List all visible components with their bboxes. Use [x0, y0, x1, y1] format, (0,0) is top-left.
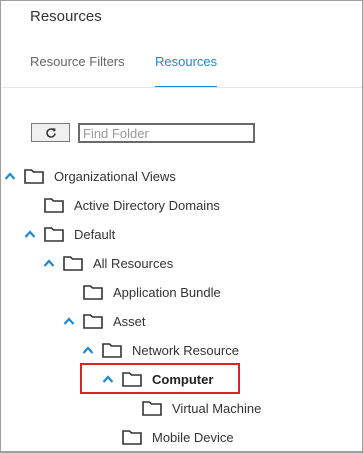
- tree-node-all-resources[interactable]: All Resources: [1, 255, 363, 277]
- tree-node-active-directory-domains[interactable]: Active Directory Domains: [1, 197, 363, 219]
- tree-node-mobile-device[interactable]: Mobile Device: [1, 429, 363, 451]
- tree-node-label: Application Bundle: [113, 285, 221, 300]
- tree-node-asset[interactable]: Asset: [1, 313, 363, 335]
- tree-node-application-bundle[interactable]: Application Bundle: [1, 284, 363, 306]
- chevron-up-icon[interactable]: [102, 374, 114, 384]
- chevron-up-icon[interactable]: [82, 345, 94, 355]
- chevron-up-icon[interactable]: [24, 229, 36, 239]
- tree-node-label: Mobile Device: [152, 430, 234, 445]
- tree-node-network-resource[interactable]: Network Resource: [1, 342, 363, 364]
- folder-icon: [44, 198, 64, 213]
- tree-node-label: Organizational Views: [54, 169, 176, 184]
- tree-node-label: Active Directory Domains: [74, 198, 220, 213]
- tree-node-default[interactable]: Default: [1, 226, 363, 248]
- folder-icon: [24, 169, 44, 184]
- resources-panel: Resources Resource Filters Resources Org…: [0, 0, 363, 453]
- tree-node-label: Default: [74, 227, 116, 242]
- panel-title: Resources: [30, 8, 102, 25]
- tree-node-label: All Resources: [93, 256, 174, 271]
- chevron-up-icon[interactable]: [4, 171, 16, 181]
- folder-icon: [142, 401, 162, 416]
- folder-icon: [122, 430, 142, 445]
- folder-icon: [44, 227, 64, 242]
- find-folder-input[interactable]: [78, 123, 255, 143]
- folder-icon: [83, 285, 103, 300]
- tab-resources[interactable]: Resources: [155, 54, 217, 69]
- folder-icon: [122, 372, 142, 387]
- chevron-up-icon[interactable]: [63, 316, 75, 326]
- tree-node-label: Asset: [113, 314, 146, 329]
- tree-node-organizational-views[interactable]: Organizational Views: [1, 168, 363, 190]
- tree-node-label: Network Resource: [132, 343, 239, 358]
- tree-node-label: Computer: [152, 372, 214, 387]
- tree-node-virtual-machine[interactable]: Virtual Machine: [1, 400, 363, 422]
- tabs-divider: [2, 87, 362, 88]
- tab-resource-filters[interactable]: Resource Filters: [30, 54, 125, 69]
- tree-node-label: Virtual Machine: [172, 401, 262, 416]
- chevron-up-icon[interactable]: [43, 258, 55, 268]
- folder-icon: [63, 256, 83, 271]
- folder-icon: [83, 314, 103, 329]
- refresh-button[interactable]: [31, 123, 70, 142]
- refresh-icon: [45, 127, 56, 138]
- folder-icon: [102, 343, 122, 358]
- tree-node-computer[interactable]: Computer: [1, 371, 363, 393]
